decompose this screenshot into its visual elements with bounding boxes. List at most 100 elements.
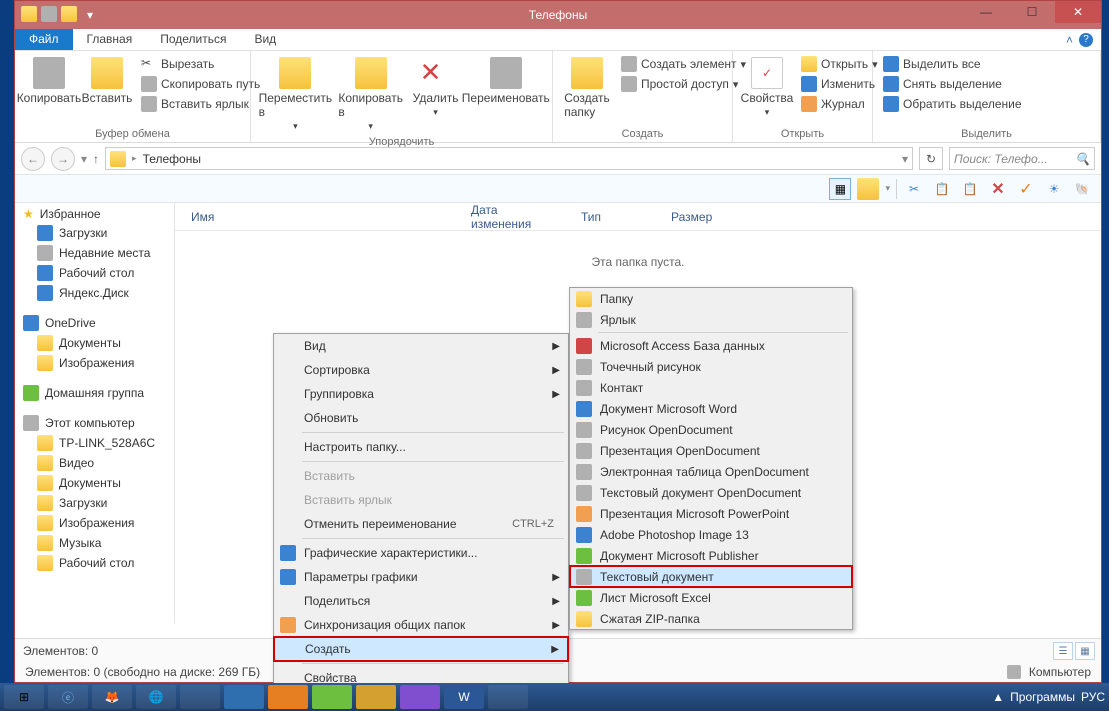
language-indicator[interactable]: РУС bbox=[1081, 690, 1105, 704]
paste-shortcut-button[interactable]: Вставить ярлык bbox=[139, 95, 262, 113]
sidebar-item[interactable]: Документы bbox=[15, 473, 174, 493]
menu-item[interactable]: Текстовый документ bbox=[570, 566, 852, 587]
menu-item[interactable]: Ярлык bbox=[570, 309, 852, 330]
tray-expand-icon[interactable]: ▲ bbox=[992, 690, 1004, 704]
select-all-button[interactable]: Выделить все bbox=[881, 55, 1024, 73]
refresh-button[interactable]: ↻ bbox=[919, 147, 943, 170]
sidebar-item[interactable]: Музыка bbox=[15, 533, 174, 553]
menu-item[interactable]: Лист Microsoft Excel bbox=[570, 587, 852, 608]
back-button[interactable]: ← bbox=[21, 147, 45, 171]
folder-qat-icon[interactable] bbox=[21, 6, 37, 22]
sidebar-header[interactable]: ★Избранное bbox=[15, 205, 174, 223]
taskbar-ie[interactable]: ⓔ bbox=[48, 685, 88, 709]
system-tray[interactable]: ▲ Программы РУС bbox=[992, 690, 1105, 704]
menu-item[interactable]: Отменить переименованиеCTRL+Z bbox=[274, 512, 568, 536]
breadcrumb-separator[interactable]: ▸ bbox=[132, 153, 137, 164]
cut-toolbar-button[interactable]: ✂ bbox=[903, 178, 925, 200]
menu-item[interactable]: Вид▶ bbox=[274, 334, 568, 358]
menu-item[interactable]: Папку bbox=[570, 288, 852, 309]
menu-item[interactable]: Графические характеристики... bbox=[274, 541, 568, 565]
taskbar-app6[interactable] bbox=[488, 685, 528, 709]
taskbar-app4[interactable] bbox=[356, 685, 396, 709]
menu-item[interactable]: Документ Microsoft Word bbox=[570, 398, 852, 419]
sidebar-item[interactable]: Рабочий стол bbox=[15, 263, 174, 283]
minimize-button[interactable]: — bbox=[963, 1, 1009, 23]
file-tab[interactable]: Файл bbox=[15, 29, 73, 50]
taskbar-app1[interactable] bbox=[224, 685, 264, 709]
col-name[interactable]: Имя bbox=[175, 210, 455, 224]
breadcrumb[interactable]: Телефоны bbox=[143, 152, 201, 166]
rename-button[interactable]: Переименовать bbox=[468, 55, 544, 107]
copy-path-button[interactable]: Скопировать путь bbox=[139, 75, 262, 93]
maximize-button[interactable]: ☐ bbox=[1009, 1, 1055, 23]
new-item-button[interactable]: Создать элемент ▾ bbox=[619, 55, 748, 73]
up-button[interactable]: ↑ bbox=[93, 152, 99, 166]
paste-toolbar-button[interactable]: 📋 bbox=[959, 178, 981, 200]
sidebar-item[interactable]: Изображения bbox=[15, 353, 174, 373]
sidebar-header[interactable]: OneDrive bbox=[15, 313, 174, 333]
sidebar-item[interactable]: Загрузки bbox=[15, 223, 174, 243]
column-headers[interactable]: Имя Дата изменения Тип Размер bbox=[175, 203, 1101, 231]
invert-selection-button[interactable]: Обратить выделение bbox=[881, 95, 1024, 113]
sidebar-item[interactable]: Яндекс.Диск bbox=[15, 283, 174, 303]
copy-toolbar-button[interactable]: 📋 bbox=[931, 178, 953, 200]
menu-item[interactable]: Презентация Microsoft PowerPoint bbox=[570, 503, 852, 524]
sidebar-item[interactable]: Изображения bbox=[15, 513, 174, 533]
help-icon[interactable]: ? bbox=[1079, 33, 1093, 47]
sidebar-item[interactable]: Видео bbox=[15, 453, 174, 473]
menu-item[interactable]: Текстовый документ OpenDocument bbox=[570, 482, 852, 503]
col-size[interactable]: Размер bbox=[655, 210, 735, 224]
menu-item[interactable]: Контакт bbox=[570, 377, 852, 398]
programs-label[interactable]: Программы bbox=[1010, 690, 1075, 704]
menu-item[interactable]: Документ Microsoft Publisher bbox=[570, 545, 852, 566]
copy-button[interactable]: Копировать bbox=[23, 55, 75, 107]
new-folder-qat-icon[interactable] bbox=[61, 6, 77, 22]
sidebar-header[interactable]: Этот компьютер bbox=[15, 413, 174, 433]
taskbar-app5[interactable] bbox=[400, 685, 440, 709]
taskbar-firefox[interactable]: 🦊 bbox=[92, 685, 132, 709]
recent-locations-button[interactable]: ▾ bbox=[81, 152, 87, 166]
title-bar[interactable]: ▾ Телефоны — ☐ ✕ bbox=[15, 1, 1101, 29]
menu-item[interactable]: Рисунок OpenDocument bbox=[570, 419, 852, 440]
address-field[interactable]: ▸ Телефоны ▾ bbox=[105, 147, 913, 170]
menu-item[interactable]: Настроить папку... bbox=[274, 435, 568, 459]
sidebar-item[interactable]: Рабочий стол bbox=[15, 553, 174, 573]
icons-view-button[interactable]: ▦ bbox=[1075, 642, 1095, 660]
tab-home[interactable]: Главная bbox=[73, 29, 147, 50]
menu-item[interactable]: Поделиться▶ bbox=[274, 589, 568, 613]
menu-item[interactable]: Электронная таблица OpenDocument bbox=[570, 461, 852, 482]
copy-to-button[interactable]: Копировать в▾ bbox=[338, 55, 404, 134]
properties-button[interactable]: ✓Свойства▾ bbox=[741, 55, 793, 120]
start-button[interactable]: ⊞ bbox=[4, 685, 44, 709]
taskbar-word[interactable]: W bbox=[444, 685, 484, 709]
taskbar-chrome[interactable]: 🌐 bbox=[136, 685, 176, 709]
sidebar-item[interactable]: TP-LINK_528A6C bbox=[15, 433, 174, 453]
paste-button[interactable]: Вставить bbox=[81, 55, 133, 107]
close-button[interactable]: ✕ bbox=[1055, 1, 1101, 23]
sidebar-header[interactable]: Домашняя группа bbox=[15, 383, 174, 403]
select-none-button[interactable]: Снять выделение bbox=[881, 75, 1024, 93]
new-folder-button[interactable]: Создать папку bbox=[561, 55, 613, 121]
taskbar-app3[interactable] bbox=[312, 685, 352, 709]
open-button[interactable]: Открыть ▾ bbox=[799, 55, 880, 73]
menu-item[interactable]: Синхронизация общих папок▶ bbox=[274, 613, 568, 637]
col-type[interactable]: Тип bbox=[565, 210, 655, 224]
shell-icon[interactable]: 🐚 bbox=[1071, 178, 1093, 200]
brightness-button[interactable]: ☀ bbox=[1043, 178, 1065, 200]
details-view-button[interactable]: ☰ bbox=[1053, 642, 1073, 660]
sidebar-item[interactable]: Недавние места bbox=[15, 243, 174, 263]
move-to-button[interactable]: Переместить в▾ bbox=[259, 55, 332, 134]
search-input[interactable]: Поиск: Телефо... 🔍 bbox=[949, 147, 1095, 170]
menu-item[interactable]: Обновить bbox=[274, 406, 568, 430]
menu-item[interactable]: Сжатая ZIP-папка bbox=[570, 608, 852, 629]
organize-view-button[interactable]: ▦ bbox=[829, 178, 851, 200]
ribbon-collapse-icon[interactable]: ˄ bbox=[1066, 33, 1073, 47]
easy-access-button[interactable]: Простой доступ ▾ bbox=[619, 75, 748, 93]
sidebar-item[interactable]: Загрузки bbox=[15, 493, 174, 513]
edit-button[interactable]: Изменить bbox=[799, 75, 880, 93]
cut-button[interactable]: ✂Вырезать bbox=[139, 55, 262, 73]
menu-item[interactable]: Точечный рисунок bbox=[570, 356, 852, 377]
menu-item[interactable]: Группировка▶ bbox=[274, 382, 568, 406]
delete-button[interactable]: ✕Удалить▾ bbox=[410, 55, 462, 120]
taskbar-app2[interactable] bbox=[268, 685, 308, 709]
